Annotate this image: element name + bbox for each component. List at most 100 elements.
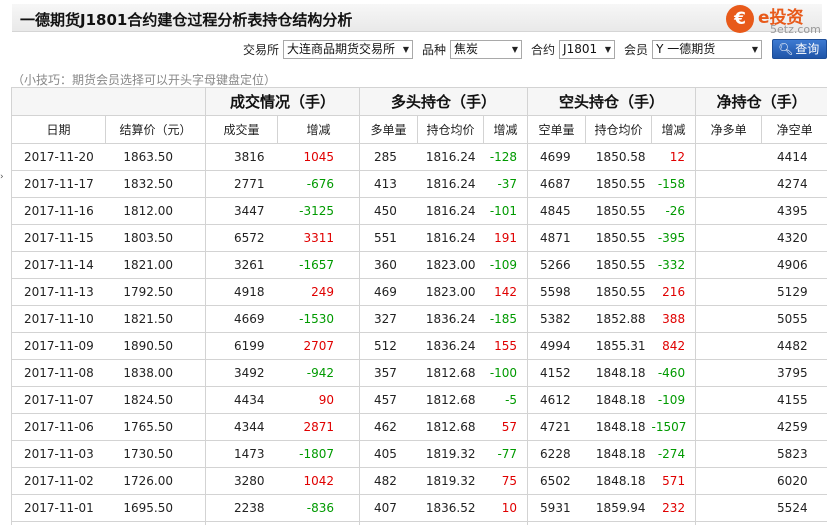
- long-qty-cell: 407: [359, 494, 418, 522]
- long-qty-cell: 360: [359, 251, 418, 279]
- volume-change-cell: -1530: [277, 305, 360, 333]
- short-change-cell: 388: [651, 305, 696, 333]
- contract-select[interactable]: J1801 ▼: [559, 39, 616, 59]
- long-change-cell: -128: [483, 143, 528, 171]
- short-change-cell: -395: [651, 224, 696, 252]
- date-cell: 2017-11-09: [11, 332, 106, 360]
- volume-change-cell: 1045: [277, 143, 360, 171]
- net-long-cell: [695, 305, 762, 333]
- net-short-cell: 5823: [761, 440, 827, 468]
- short-qty-cell: 4687: [527, 170, 586, 198]
- date-cell: 2017-11-14: [11, 251, 106, 279]
- long-avg-cell: 1816.24: [417, 224, 484, 252]
- settle-price-cell: 1863.50: [105, 143, 206, 171]
- long-avg-cell: 1819.32: [417, 440, 484, 468]
- date-cell: 2017-11-13: [11, 278, 106, 306]
- date-cell: 2017-11-16: [11, 197, 106, 225]
- member-label: 会员: [624, 42, 649, 57]
- net-short-cell: 6020: [761, 467, 827, 495]
- net-short-cell: 4259: [761, 413, 827, 441]
- col-header-date: 日期: [11, 115, 106, 144]
- volume-change-cell: 1042: [277, 467, 360, 495]
- short-avg-cell: 1848.18: [585, 467, 652, 495]
- filter-bar: 交易所 大连商品期货交易所 ▼ 品种 焦炭 ▼ 合约 J1801 ▼ 会员 Y …: [238, 39, 828, 59]
- volume-cell: 2771: [205, 170, 278, 198]
- table-row: 2017-11-07 1824.50 4434 90 457 1812.68 -5 4612 1…: [11, 386, 827, 414]
- long-qty-cell: 413: [359, 170, 418, 198]
- long-qty-cell: 285: [359, 143, 418, 171]
- long-change-cell: [483, 521, 528, 525]
- short-change-cell: -158: [651, 170, 696, 198]
- long-change-cell: -109: [483, 251, 528, 279]
- short-qty-cell: 4871: [527, 224, 586, 252]
- date-cell: 2017-11-10: [11, 305, 106, 333]
- volume-change-cell: -676: [277, 170, 360, 198]
- short-change-cell: 216: [651, 278, 696, 306]
- short-qty-cell: 6502: [527, 467, 586, 495]
- net-short-cell: 4414: [761, 143, 827, 171]
- net-short-cell: 3795: [761, 359, 827, 387]
- net-long-cell: [695, 413, 762, 441]
- long-avg-cell: 1819.32: [417, 467, 484, 495]
- title-bar: 一德期货J1801合约建仓过程分析表持仓结构分析: [12, 4, 822, 32]
- date-cell: 2017-11-01: [11, 494, 106, 522]
- long-qty-cell: 357: [359, 359, 418, 387]
- variety-select-value: 焦炭: [454, 41, 479, 56]
- col-header-long-avg: 持仓均价: [417, 115, 485, 144]
- table-row: 2017-11-03 1730.50 1473 -1807 405 1819.32 -77 6…: [11, 440, 827, 468]
- long-avg-cell: 1816.24: [417, 143, 484, 171]
- net-short-cell: [761, 521, 827, 525]
- query-button[interactable]: 🔍︎ 查询: [772, 39, 828, 59]
- short-change-cell: -109: [651, 386, 696, 414]
- exchange-select[interactable]: 大连商品期货交易所 ▼: [283, 39, 414, 59]
- variety-select[interactable]: 焦炭 ▼: [450, 39, 523, 59]
- volume-cell: 4344: [205, 413, 278, 441]
- net-long-cell: [695, 386, 762, 414]
- volume-cell: 3280: [205, 467, 278, 495]
- collapse-arrow-icon[interactable]: ›: [0, 172, 4, 182]
- long-avg-cell: 1823.00: [417, 251, 484, 279]
- date-cell: 2017-11-17: [11, 170, 106, 198]
- col-header-volume-change: 增减: [276, 115, 361, 144]
- short-avg-cell: 1850.55: [585, 170, 652, 198]
- short-qty-cell: 4152: [527, 359, 586, 387]
- short-qty-cell: 5931: [527, 494, 586, 522]
- short-avg-cell: 1848.18: [585, 413, 652, 441]
- short-avg-cell: 1855.31: [585, 332, 652, 360]
- page-title: 一德期货J1801合约建仓过程分析表持仓结构分析: [20, 11, 353, 29]
- date-cell: 2017-11-20: [11, 143, 106, 171]
- long-qty-cell: 551: [359, 224, 418, 252]
- short-change-cell: 571: [651, 467, 696, 495]
- site-logo[interactable]: € e投资 5etz.com: [724, 2, 832, 38]
- short-qty-cell: [527, 521, 586, 525]
- group-header-trade: 成交情况（手）: [204, 87, 361, 116]
- short-avg-cell: 1848.18: [585, 386, 652, 414]
- long-change-cell: -77: [483, 440, 528, 468]
- long-avg-cell: 1812.68: [417, 359, 484, 387]
- short-change-cell: [651, 521, 696, 525]
- volume-cell: 2238: [205, 494, 278, 522]
- col-header-settle: 结算价（元）: [105, 115, 206, 144]
- settle-price-cell: 1824.50: [105, 386, 206, 414]
- net-long-cell: [695, 251, 762, 279]
- exchange-label: 交易所: [243, 42, 280, 57]
- exchange-select-value: 大连商品期货交易所: [287, 41, 396, 56]
- col-header-long-qty: 多单量: [359, 115, 419, 144]
- net-long-cell: [695, 521, 762, 525]
- short-avg-cell: [585, 521, 652, 525]
- table-row: [11, 521, 827, 525]
- settle-price-cell: 1726.00: [105, 467, 206, 495]
- contract-label: 合约: [531, 42, 556, 57]
- date-cell: 2017-11-07: [11, 386, 106, 414]
- net-long-cell: [695, 494, 762, 522]
- short-avg-cell: 1850.55: [585, 278, 652, 306]
- long-change-cell: 155: [483, 332, 528, 360]
- member-select-value: Y 一德期货: [656, 41, 716, 56]
- short-change-cell: 232: [651, 494, 696, 522]
- member-select[interactable]: Y 一德期货 ▼: [652, 39, 763, 59]
- volume-cell: 3447: [205, 197, 278, 225]
- volume-change-cell: 90: [277, 386, 360, 414]
- col-header-long-change: 增减: [483, 115, 529, 144]
- long-avg-cell: 1836.24: [417, 305, 484, 333]
- settle-price-cell: [105, 521, 206, 525]
